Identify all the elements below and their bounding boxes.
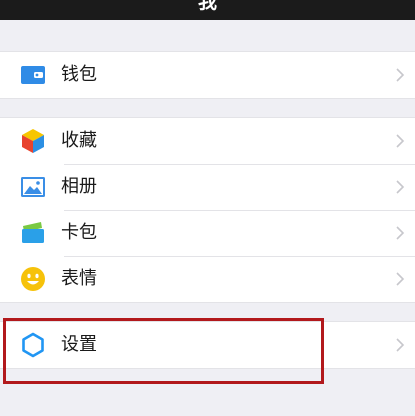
content-group: 收藏 相册 卡包 表情 [0, 117, 415, 303]
wallet-icon [20, 62, 46, 88]
menu-item-label: 卡包 [61, 222, 97, 243]
sticker-smiley-icon [20, 266, 46, 292]
chevron-right-icon [393, 66, 407, 84]
page-title: 我 [197, 0, 217, 13]
menu-item-label: 钱包 [61, 64, 97, 85]
menu-item-label: 相册 [61, 176, 97, 197]
card-wallet-icon [20, 220, 46, 246]
menu-item-wallet[interactable]: 钱包 [0, 52, 415, 98]
wallet-group: 钱包 [0, 51, 415, 99]
menu-item-favorites[interactable]: 收藏 [0, 118, 415, 164]
chevron-right-icon [393, 178, 407, 196]
chevron-right-icon [393, 336, 407, 354]
favorites-cube-icon [20, 128, 46, 154]
chevron-right-icon [393, 270, 407, 288]
menu-item-card-wallet[interactable]: 卡包 [0, 210, 415, 256]
top-navigation-bar: 我 [0, 0, 415, 20]
chevron-right-icon [393, 224, 407, 242]
album-photo-icon [20, 174, 46, 200]
menu-item-album[interactable]: 相册 [0, 164, 415, 210]
annotation-highlight-box [3, 318, 324, 384]
menu-item-label: 表情 [61, 268, 97, 289]
menu-item-stickers[interactable]: 表情 [0, 256, 415, 302]
chevron-right-icon [393, 132, 407, 150]
menu-item-label: 收藏 [61, 130, 97, 151]
